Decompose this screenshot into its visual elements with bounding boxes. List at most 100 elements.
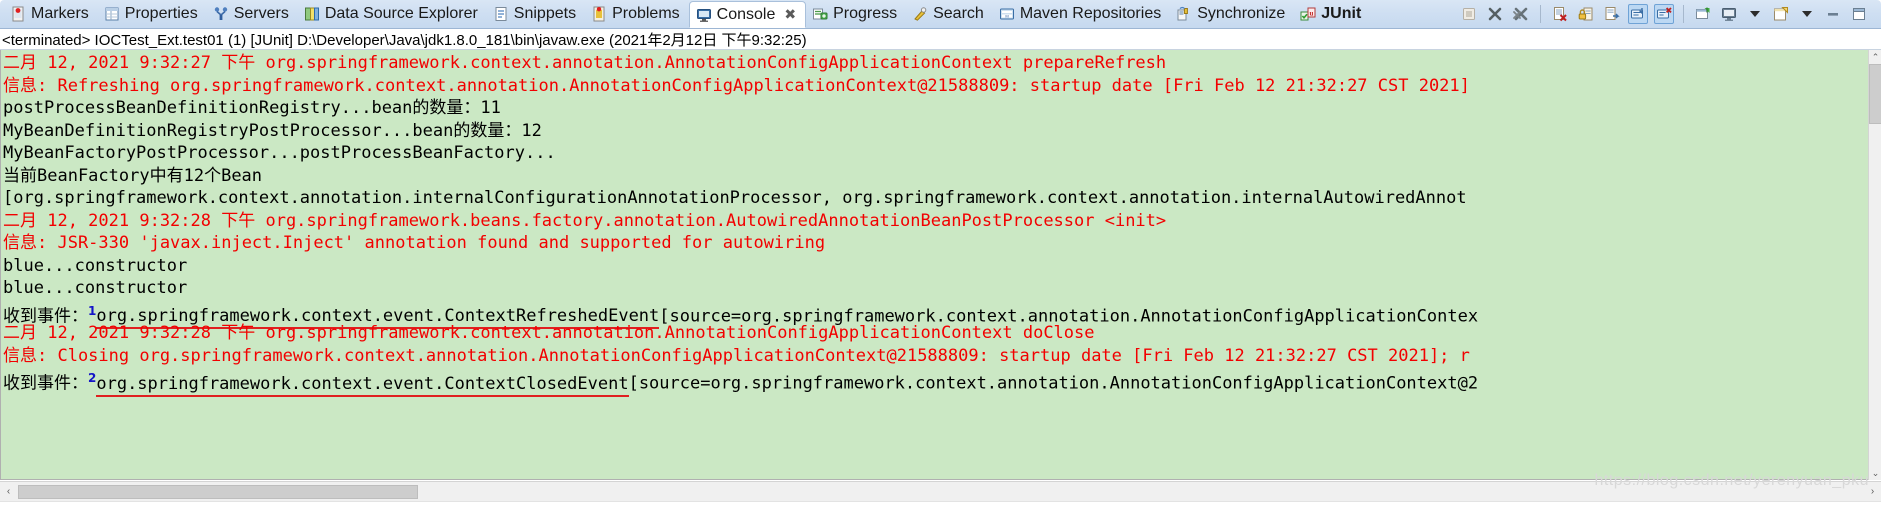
- console-text: 12, 2021 9:32:27: [37, 53, 222, 73]
- console-text: : Closing org.springframework.context.an…: [37, 345, 1470, 366]
- pin-console-icon: [1695, 6, 1711, 22]
- console-text: MyBeanFactoryPostProcessor...postProcess…: [3, 143, 556, 163]
- remove-all-terminated-button[interactable]: [1511, 4, 1531, 24]
- console-horizontal-scrollbar[interactable]: ‹ ›: [0, 481, 1881, 501]
- scroll-lock-icon: [1630, 6, 1646, 22]
- tab-label: JUnit: [1321, 5, 1362, 22]
- console-text: 信息: [3, 345, 37, 366]
- tab-snippets[interactable]: Snippets: [487, 0, 585, 28]
- vertical-scroll-thumb[interactable]: [1869, 64, 1881, 124]
- search-icon: [912, 6, 928, 22]
- console-line: 二月 12, 2021 9:32:27 下午 org.springframewo…: [3, 52, 1868, 75]
- eclipse-console-view: Markers Properties Servers Data Source Expl…: [0, 0, 1881, 509]
- tab-servers[interactable]: Servers: [207, 0, 298, 28]
- scroll-right-arrow[interactable]: ›: [1864, 483, 1881, 501]
- remove-all-terminated-icon: [1513, 6, 1529, 22]
- maximize-view-button[interactable]: [1849, 4, 1869, 24]
- highlighted-event-class: org.springframework.context.event.Contex…: [96, 373, 629, 397]
- tab-markers[interactable]: Markers: [4, 0, 98, 28]
- junit-icon: u: [1300, 6, 1316, 22]
- data-source-icon: [304, 6, 320, 22]
- console-text: : JSR-330 'javax.inject.Inject' annotati…: [37, 233, 826, 253]
- clear-console-button[interactable]: [1550, 4, 1570, 24]
- view-tab-bar: Markers Properties Servers Data Source Expl…: [0, 0, 1881, 29]
- show-console-on-error-icon: [1656, 6, 1672, 22]
- console-text: : Refreshing org.springframework.context…: [37, 75, 1470, 96]
- problems-icon: [591, 6, 607, 22]
- console-text: blue...constructor: [3, 255, 188, 276]
- chevron-down-icon: [1802, 11, 1812, 17]
- tab-maven-repositories[interactable]: M Maven Repositories: [993, 0, 1170, 28]
- console-line: blue...constructor: [3, 277, 1868, 300]
- servers-icon: [213, 6, 229, 22]
- tab-junit[interactable]: u JUnit: [1294, 0, 1370, 28]
- console-text: org.springframework.context.annotation.A…: [255, 53, 1167, 73]
- terminate-icon: [1461, 6, 1477, 22]
- tab-label: Servers: [233, 5, 289, 22]
- console-text: 12: [183, 165, 205, 186]
- snippets-icon: [493, 6, 509, 22]
- display-selected-console-button[interactable]: [1719, 4, 1739, 24]
- scroll-down-arrow[interactable]: ⌄: [1869, 466, 1881, 480]
- console-text: MyBeanDefinitionRegistryPostProcessor...…: [3, 120, 454, 141]
- tab-progress[interactable]: Progress: [806, 0, 906, 28]
- open-console-menu[interactable]: [1797, 4, 1817, 24]
- console-text: 的数量：: [412, 98, 481, 118]
- chevron-down-icon: [1750, 11, 1760, 17]
- scroll-left-arrow[interactable]: ‹: [0, 483, 17, 501]
- tab-console[interactable]: Console ✖: [688, 1, 807, 28]
- tab-label: Properties: [124, 5, 198, 22]
- console-text: 信息: [3, 233, 37, 253]
- properties-icon: [104, 6, 120, 22]
- open-console-button[interactable]: [1771, 4, 1791, 24]
- scroll-lock-toggle[interactable]: [1628, 4, 1648, 24]
- show-console-on-error-toggle[interactable]: [1654, 4, 1674, 24]
- tab-data-source-explorer[interactable]: Data Source Explorer: [298, 0, 487, 28]
- console-text: blue...constructor: [3, 278, 188, 298]
- console-text: [source=org.springframework.context.anno…: [628, 373, 1479, 394]
- tab-properties[interactable]: Properties: [98, 0, 207, 28]
- tab-label: Problems: [612, 5, 680, 22]
- console-text: 下午: [221, 210, 256, 231]
- console-text: Bean: [221, 165, 263, 186]
- lock-scroll-button[interactable]: [1576, 4, 1596, 24]
- console-text: [org.springframework.context.annotation.…: [3, 188, 1467, 208]
- close-icon[interactable]: ✖: [784, 6, 796, 23]
- console-text: 下午: [221, 323, 256, 343]
- tab-label: Synchronize: [1197, 5, 1286, 22]
- console-text: 个: [204, 165, 222, 186]
- display-selected-console-menu[interactable]: [1745, 4, 1765, 24]
- console-line: 二月 12, 2021 9:32:28 下午 org.springframewo…: [3, 210, 1868, 233]
- console-text: 下午: [221, 53, 256, 73]
- tab-synchronize[interactable]: Synchronize: [1170, 0, 1294, 28]
- console-line: 收到事件：1org.springframework.context.event.…: [3, 300, 1868, 330]
- tab-label: Snippets: [513, 5, 577, 22]
- console-text: 12: [521, 120, 542, 141]
- console-text: 当前: [3, 165, 37, 186]
- tab-problems[interactable]: Problems: [585, 0, 689, 28]
- console-text: 收到事件：: [3, 373, 88, 394]
- scroll-up-arrow[interactable]: ⌃: [1869, 50, 1881, 64]
- console-text: 中有: [149, 165, 184, 186]
- minimize-view-button[interactable]: [1823, 4, 1843, 24]
- pin-console-button[interactable]: [1693, 4, 1713, 24]
- minimize-view-icon: [1825, 6, 1841, 22]
- console-text: 11: [480, 98, 501, 118]
- remove-launch-button[interactable]: [1485, 4, 1505, 24]
- console-text: 的数量：: [453, 120, 522, 141]
- console-line: postProcessBeanDefinitionRegistry...bean…: [3, 97, 1868, 120]
- tab-label: Search: [933, 5, 984, 22]
- horizontal-scroll-thumb[interactable]: [18, 484, 418, 499]
- maximize-view-icon: [1851, 6, 1867, 22]
- tab-search[interactable]: Search: [906, 0, 993, 28]
- tab-label: Progress: [833, 5, 898, 22]
- console-output[interactable]: 二月 12, 2021 9:32:27 下午 org.springframewo…: [0, 50, 1869, 480]
- console-icon: [696, 7, 712, 23]
- console-text: 12, 2021 9:32:28: [37, 210, 222, 231]
- console-text: 二月: [3, 53, 37, 73]
- word-wrap-button[interactable]: [1602, 4, 1622, 24]
- synchronize-icon: [1176, 6, 1192, 22]
- console-vertical-scrollbar[interactable]: ⌃ ⌄: [1868, 50, 1881, 480]
- console-line: 信息: Closing org.springframework.context.…: [3, 345, 1868, 368]
- svg-text:u: u: [1310, 9, 1314, 17]
